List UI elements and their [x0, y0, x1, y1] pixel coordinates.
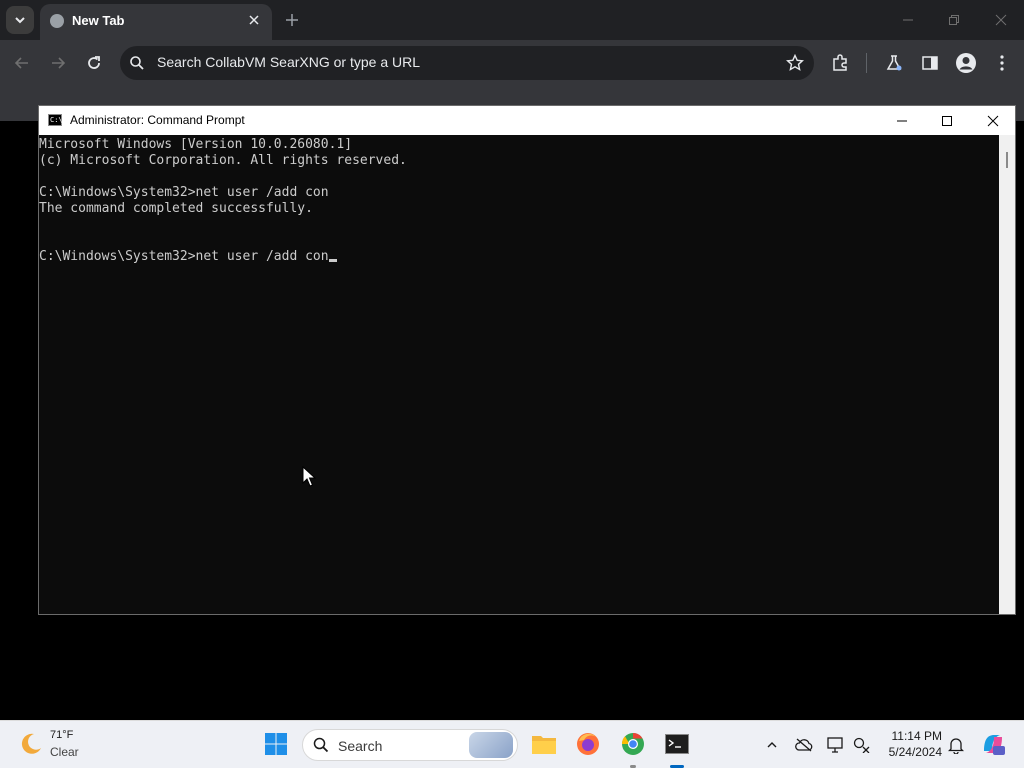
- address-bar[interactable]: Search CollabVM SearXNG or type a URL: [120, 46, 814, 80]
- console-output[interactable]: Microsoft Windows [Version 10.0.26080.1]…: [39, 135, 999, 614]
- terminal-icon: C:\: [48, 114, 63, 126]
- taskbar-search[interactable]: Search: [302, 729, 518, 761]
- firefox-button[interactable]: [573, 729, 603, 759]
- tab-search-button[interactable]: [6, 6, 34, 34]
- labs-button[interactable]: [882, 51, 906, 75]
- tab-new-tab[interactable]: New Tab: [40, 4, 272, 40]
- globe-icon: [50, 14, 64, 28]
- file-explorer-icon: [532, 736, 556, 754]
- plus-icon: [286, 14, 298, 26]
- minimize-icon: [903, 19, 913, 21]
- more-menu-button[interactable]: [990, 51, 1014, 75]
- text-cursor: [328, 259, 337, 262]
- taskbar: 71°F Clear Search 11:14 PM 5/24/2024: [0, 720, 1024, 768]
- forward-icon: [52, 57, 66, 69]
- firefox-icon: [577, 733, 599, 755]
- chrome-button[interactable]: [618, 729, 648, 759]
- weather-condition: Clear: [50, 745, 79, 759]
- console-line: Microsoft Windows [Version 10.0.26080.1]: [39, 137, 353, 152]
- search-icon: [313, 737, 329, 753]
- profile-button[interactable]: [954, 51, 978, 75]
- cmd-maximize-button[interactable]: [924, 106, 970, 135]
- side-panel-icon: [922, 56, 938, 70]
- close-icon: [987, 115, 999, 126]
- cmd-titlebar[interactable]: C:\ Administrator: Command Prompt: [39, 106, 1015, 135]
- browser-window: New Tab Search CollabVM SearXNG or type …: [0, 0, 1024, 121]
- scrollbar-thumb[interactable]: [1006, 152, 1008, 168]
- close-icon: [249, 15, 259, 25]
- address-placeholder: Search CollabVM SearXNG or type a URL: [157, 54, 420, 70]
- back-button[interactable]: [10, 51, 34, 75]
- cmd-minimize-button[interactable]: [879, 106, 925, 135]
- network-button[interactable]: [852, 735, 872, 755]
- chevron-up-icon: [767, 742, 777, 748]
- mouse-cursor-icon: [302, 466, 316, 487]
- browser-close-button[interactable]: [991, 10, 1011, 30]
- system-clock[interactable]: 11:14 PM 5/24/2024: [880, 728, 942, 760]
- restore-icon: [949, 15, 959, 25]
- weather-temperature: 71°F: [50, 729, 74, 741]
- back-icon: [14, 57, 28, 69]
- file-explorer-button[interactable]: [529, 729, 559, 759]
- minimize-icon: [897, 120, 907, 121]
- more-icon: [1000, 55, 1004, 71]
- network-icon: [853, 737, 870, 753]
- clock-date: 5/24/2024: [888, 745, 942, 759]
- copilot-button[interactable]: [978, 729, 1008, 759]
- tab-title: New Tab: [72, 13, 125, 28]
- start-button[interactable]: [261, 729, 291, 759]
- terminal-taskbar-button[interactable]: [662, 729, 692, 759]
- new-tab-button[interactable]: [282, 10, 302, 30]
- weather-widget[interactable]: 71°F Clear: [18, 729, 79, 762]
- show-hidden-icons-button[interactable]: [762, 735, 782, 755]
- star-icon[interactable]: [786, 54, 804, 72]
- toolbar-divider: [866, 53, 867, 73]
- cmd-window[interactable]: C:\ Administrator: Command Prompt Micros…: [38, 105, 1016, 615]
- console-line: C:\Windows\System32>net user /add con: [39, 185, 329, 200]
- maximize-icon: [942, 115, 952, 126]
- terminal-icon: [665, 734, 689, 754]
- profile-icon: [956, 53, 976, 73]
- tab-strip: New Tab: [0, 0, 1024, 40]
- search-highlight-image: [469, 732, 513, 758]
- extensions-button[interactable]: [828, 51, 852, 75]
- browser-restore-button[interactable]: [944, 10, 964, 30]
- console-line: (c) Microsoft Corporation. All rights re…: [39, 153, 407, 168]
- display-button[interactable]: [826, 735, 846, 755]
- cmd-icon-text: C:\: [50, 116, 63, 124]
- search-icon: [130, 56, 144, 70]
- browser-toolbar: Search CollabVM SearXNG or type a URL: [0, 40, 1024, 86]
- bell-icon: [948, 738, 964, 754]
- taskbar-search-label: Search: [338, 738, 383, 754]
- console-line: The command completed successfully.: [39, 201, 313, 216]
- console-prompt-line[interactable]: C:\Windows\System32>net user /add con: [39, 249, 337, 265]
- console-scrollbar[interactable]: [999, 135, 1015, 614]
- cmd-title: Administrator: Command Prompt: [70, 113, 245, 127]
- clock-time: 11:14 PM: [891, 729, 942, 743]
- browser-minimize-button[interactable]: [898, 10, 918, 30]
- labs-icon: [886, 55, 902, 71]
- reload-button[interactable]: [82, 51, 106, 75]
- display-icon: [827, 737, 843, 753]
- close-icon: [995, 14, 1007, 26]
- copilot-icon: [984, 735, 1005, 755]
- chrome-icon: [621, 733, 644, 755]
- chevron-down-icon: [15, 17, 25, 24]
- cmd-close-button[interactable]: [970, 106, 1016, 135]
- forward-button[interactable]: [46, 51, 70, 75]
- windows-start-icon: [265, 733, 287, 755]
- notifications-button[interactable]: [946, 735, 966, 755]
- reload-icon: [88, 56, 100, 69]
- side-panel-button[interactable]: [918, 51, 942, 75]
- console-input-text: C:\Windows\System32>net user /add con: [39, 249, 329, 264]
- cloud-offline-icon: [795, 738, 813, 752]
- weather-moon-icon: [21, 733, 41, 754]
- extensions-icon: [833, 54, 847, 71]
- tab-close-button[interactable]: [244, 10, 264, 30]
- onedrive-button[interactable]: [794, 735, 814, 755]
